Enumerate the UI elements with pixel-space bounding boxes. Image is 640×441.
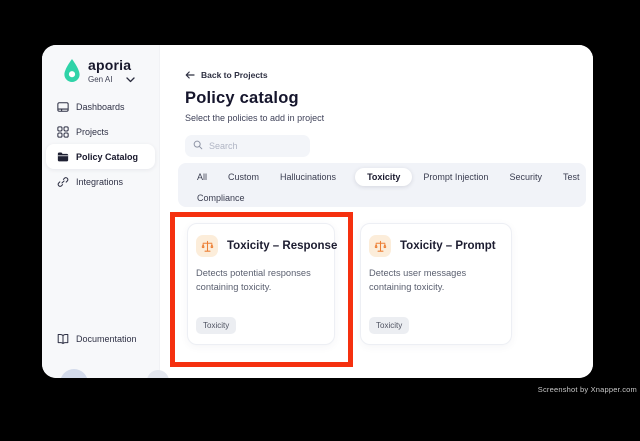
book-icon bbox=[57, 333, 69, 345]
sidebar-item-label: Policy Catalog bbox=[76, 151, 139, 162]
sidebar-item-label: Dashboards bbox=[76, 101, 125, 112]
policy-card-tag: Toxicity bbox=[369, 317, 410, 334]
policy-card-title: Toxicity – Response bbox=[227, 240, 338, 252]
policy-card-description: Detects potential responses containing t… bbox=[196, 268, 311, 292]
policy-card-toxicity-prompt[interactable]: Toxicity – Prompt Detects user messages … bbox=[360, 223, 512, 345]
back-to-projects-link[interactable]: Back to Projects bbox=[185, 66, 268, 84]
policy-card-toxicity-response[interactable]: Toxicity – Response Detects potential re… bbox=[187, 223, 338, 345]
watermark-text: Screenshot by Xnapper.com bbox=[537, 385, 637, 394]
sidebar-item-dashboards[interactable]: Dashboards bbox=[46, 94, 155, 119]
search-icon bbox=[193, 137, 203, 155]
brand[interactable]: aporia Gen AI bbox=[62, 57, 136, 89]
sidebar-item-documentation[interactable]: Documentation bbox=[46, 326, 155, 351]
tab-test[interactable]: Test bbox=[563, 168, 580, 186]
sidebar-item-projects[interactable]: Projects bbox=[46, 119, 155, 144]
app-window: aporia Gen AI Dashboards Projects Policy… bbox=[42, 45, 593, 378]
tab-hallucinations[interactable]: Hallucinations bbox=[280, 168, 336, 186]
scales-icon bbox=[369, 235, 391, 257]
dashboard-icon bbox=[57, 101, 69, 113]
policy-card-tag: Toxicity bbox=[196, 317, 237, 334]
search-box[interactable] bbox=[185, 135, 310, 157]
search-input[interactable] bbox=[209, 141, 299, 151]
tab-prompt-injection[interactable]: Prompt Injection bbox=[423, 168, 488, 186]
policy-filter-tabs: All Custom Hallucinations Toxicity Promp… bbox=[178, 163, 586, 207]
workspace-label: Gen AI bbox=[88, 75, 113, 84]
user-avatar[interactable] bbox=[60, 369, 88, 378]
aporia-logo-drop-icon bbox=[62, 58, 82, 89]
policy-card-description: Detects user messages containing toxicit… bbox=[369, 268, 467, 292]
grid-icon bbox=[57, 125, 69, 138]
chevron-down-icon[interactable] bbox=[126, 76, 136, 83]
folder-icon bbox=[57, 151, 69, 163]
tab-security[interactable]: Security bbox=[509, 168, 542, 186]
sidebar-nav: Dashboards Projects Policy Catalog Integ… bbox=[46, 94, 155, 194]
page-subtitle: Select the policies to add in project bbox=[185, 113, 325, 123]
tab-toxicity[interactable]: Toxicity bbox=[355, 168, 413, 186]
link-icon bbox=[57, 176, 69, 188]
tab-compliance[interactable]: Compliance bbox=[197, 189, 245, 207]
back-arrow-icon bbox=[185, 66, 195, 84]
main-content: Back to Projects Policy catalog Select t… bbox=[147, 45, 593, 378]
back-link-label: Back to Projects bbox=[201, 70, 268, 80]
scales-icon bbox=[196, 235, 218, 257]
sidebar-item-label: Documentation bbox=[76, 333, 137, 344]
brand-name: aporia bbox=[88, 57, 132, 73]
sidebar-item-label: Integrations bbox=[76, 176, 124, 187]
sidebar-item-integrations[interactable]: Integrations bbox=[46, 169, 155, 194]
sidebar: aporia Gen AI Dashboards Projects Policy… bbox=[42, 45, 160, 378]
page-title: Policy catalog bbox=[185, 89, 299, 107]
tab-all[interactable]: All bbox=[197, 168, 207, 186]
sidebar-item-policy-catalog[interactable]: Policy Catalog bbox=[46, 144, 155, 169]
sidebar-item-label: Projects bbox=[76, 126, 109, 137]
policy-card-title: Toxicity – Prompt bbox=[400, 240, 496, 252]
tab-custom[interactable]: Custom bbox=[228, 168, 259, 186]
sidebar-footer: Documentation bbox=[46, 326, 155, 351]
